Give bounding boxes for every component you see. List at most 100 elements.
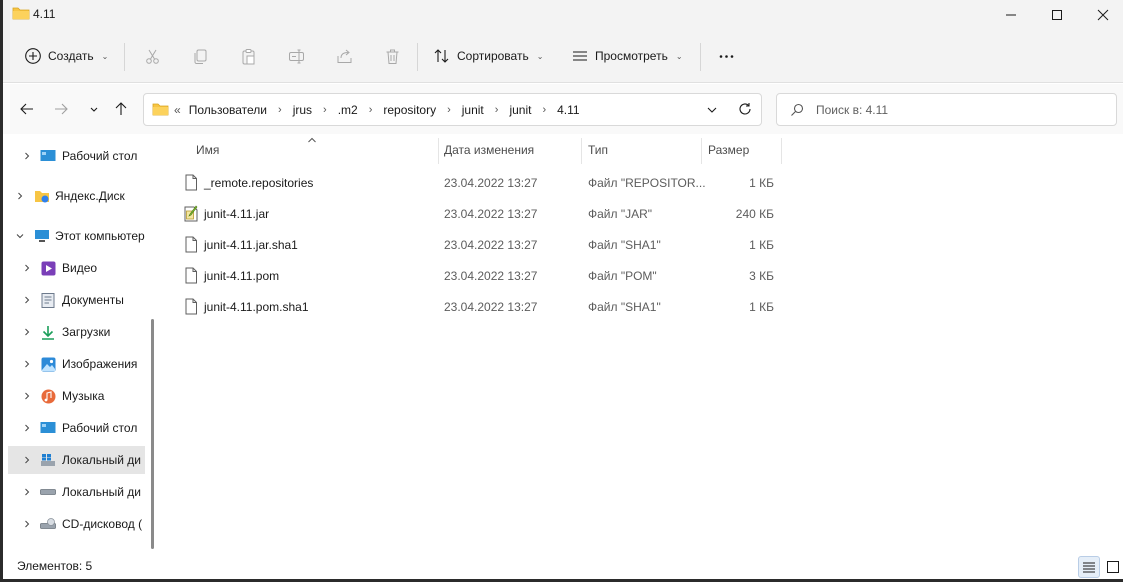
sidebar-item-pictures[interactable]: Изображения: [3, 351, 145, 377]
details-view-button[interactable]: [1078, 556, 1100, 578]
sidebar-item-label: Музыка: [62, 389, 105, 403]
file-name: junit-4.11.pom: [204, 269, 280, 283]
sidebar-item-video[interactable]: Видео: [3, 255, 145, 281]
rename-button[interactable]: [285, 45, 307, 67]
chevron-down-icon[interactable]: [15, 231, 25, 241]
copy-button[interactable]: [189, 45, 211, 67]
chevron-right-icon[interactable]: [22, 519, 32, 529]
sort-icon: [434, 49, 449, 63]
yandex-disk-icon: [34, 188, 50, 204]
sidebar-item-local-disk[interactable]: Локальный ди: [3, 479, 145, 505]
tiles-view-button[interactable]: [1102, 556, 1123, 578]
chevron-right-icon[interactable]: [22, 359, 32, 369]
breadcrumb-overflow[interactable]: «: [174, 103, 181, 117]
sidebar-item-downloads[interactable]: Загрузки: [3, 319, 145, 345]
breadcrumb-item[interactable]: Пользователи: [189, 103, 267, 117]
chevron-right-icon[interactable]: [22, 295, 32, 305]
sidebar-item-yandex-disk[interactable]: Яндекс.Диск: [3, 183, 145, 209]
sidebar-item-this-pc[interactable]: Этот компьютер: [3, 223, 145, 249]
file-size: 1 КБ: [749, 300, 774, 314]
chevron-right-icon[interactable]: [22, 263, 32, 273]
column-divider[interactable]: [701, 138, 702, 164]
sort-button[interactable]: Сортировать ⌄: [433, 43, 543, 69]
details-view-icon: [1083, 562, 1095, 573]
breadcrumb-item[interactable]: junit: [462, 103, 484, 117]
sidebar-item-desktop[interactable]: Рабочий стол: [3, 143, 145, 169]
sidebar-item-label: Рабочий стол: [62, 421, 138, 435]
file-row[interactable]: junit-4.11.pom.sha1 23.04.2022 13:27 Фай…: [163, 291, 783, 322]
arrow-right-icon: [55, 103, 68, 115]
trash-icon: [386, 49, 398, 64]
file-row[interactable]: _remote.repositories 23.04.2022 13:27 Фа…: [163, 167, 783, 198]
address-history-chevron-icon[interactable]: [705, 103, 719, 117]
chevron-right-icon[interactable]: [15, 191, 25, 201]
chevron-right-icon[interactable]: [22, 391, 32, 401]
sidebar-item-local-disk-c[interactable]: Локальный ди: [8, 446, 145, 474]
sidebar-item-label: Яндекс.Диск: [55, 189, 125, 203]
column-header-name[interactable]: Имя: [196, 134, 219, 166]
search-placeholder[interactable]: Поиск в: 4.11: [816, 103, 888, 117]
file-row[interactable]: junit-4.11.jar.sha1 23.04.2022 13:27 Фай…: [163, 229, 783, 260]
file-date: 23.04.2022 13:27: [444, 176, 538, 190]
file-row[interactable]: junit-4.11.jar 23.04.2022 13:27 Файл "JA…: [163, 198, 783, 229]
breadcrumb-item[interactable]: .m2: [338, 103, 358, 117]
column-header-size[interactable]: Размер: [708, 134, 749, 166]
chevron-right-icon[interactable]: [22, 487, 32, 497]
chevron-right-icon[interactable]: ›: [447, 104, 451, 116]
documents-icon: [40, 292, 56, 308]
sidebar-item-documents[interactable]: Документы: [3, 287, 145, 313]
chevron-right-icon[interactable]: [22, 423, 32, 433]
file-row[interactable]: junit-4.11.pom 23.04.2022 13:27 Файл "PO…: [163, 260, 783, 291]
breadcrumb-item[interactable]: repository: [383, 103, 436, 117]
up-button[interactable]: [112, 100, 130, 118]
file-type: Файл "SHA1": [588, 238, 661, 252]
column-divider[interactable]: [581, 138, 582, 164]
delete-button[interactable]: [381, 45, 403, 67]
chevron-right-icon[interactable]: [22, 455, 32, 465]
cut-button[interactable]: [141, 45, 163, 67]
paste-button[interactable]: [237, 45, 259, 67]
view-button[interactable]: Просмотреть ⌄: [571, 43, 683, 69]
chevron-right-icon[interactable]: ›: [495, 104, 499, 116]
column-divider[interactable]: [781, 138, 782, 164]
search-box[interactable]: Поиск в: 4.11: [776, 93, 1117, 126]
column-header-date[interactable]: Дата изменения: [444, 134, 534, 166]
paste-icon: [242, 48, 254, 64]
forward-button[interactable]: [52, 100, 70, 118]
column-header-type[interactable]: Тип: [588, 134, 608, 166]
breadcrumb-item[interactable]: 4.11: [557, 103, 579, 117]
minimize-icon: [1006, 14, 1016, 16]
address-bar[interactable]: « Пользователи › jrus › .m2 › repository…: [143, 93, 762, 126]
downloads-icon: [40, 324, 56, 340]
close-button[interactable]: [1080, 0, 1123, 30]
breadcrumb-item[interactable]: jrus: [293, 103, 312, 117]
column-divider[interactable]: [438, 138, 439, 164]
column-header-label: Размер: [708, 143, 750, 157]
back-button[interactable]: [18, 100, 36, 118]
sidebar-scrollbar[interactable]: [151, 319, 154, 549]
chevron-right-icon[interactable]: ›: [542, 104, 546, 116]
file-icon: [185, 236, 197, 253]
sort-label: Сортировать: [457, 49, 529, 63]
recent-locations-button[interactable]: [85, 100, 103, 118]
music-icon: [40, 388, 56, 404]
chevron-right-icon[interactable]: [22, 151, 32, 161]
chevron-right-icon[interactable]: [22, 327, 32, 337]
chevron-right-icon[interactable]: ›: [369, 104, 373, 116]
navigation-pane: Рабочий стол Яндекс.Диск Этот компьютер …: [3, 134, 163, 553]
chevron-right-icon[interactable]: ›: [278, 104, 282, 116]
refresh-icon[interactable]: [738, 102, 752, 116]
sidebar-item-desktop[interactable]: Рабочий стол: [3, 415, 145, 441]
sidebar-item-music[interactable]: Музыка: [3, 383, 145, 409]
sidebar-item-label: Видео: [62, 261, 98, 275]
chevron-right-icon[interactable]: ›: [323, 104, 327, 116]
minimize-button[interactable]: [988, 0, 1034, 30]
create-label: Создать: [48, 49, 94, 63]
breadcrumb-item[interactable]: junit: [509, 103, 531, 117]
share-button[interactable]: [333, 45, 355, 67]
sidebar-item-cd-drive[interactable]: CD-дисковод (: [3, 511, 145, 537]
create-button[interactable]: Создать ⌄: [24, 43, 108, 69]
sidebar-item-label: Загрузки: [62, 325, 111, 339]
maximize-button[interactable]: [1034, 0, 1080, 30]
more-options-button[interactable]: [715, 45, 737, 67]
